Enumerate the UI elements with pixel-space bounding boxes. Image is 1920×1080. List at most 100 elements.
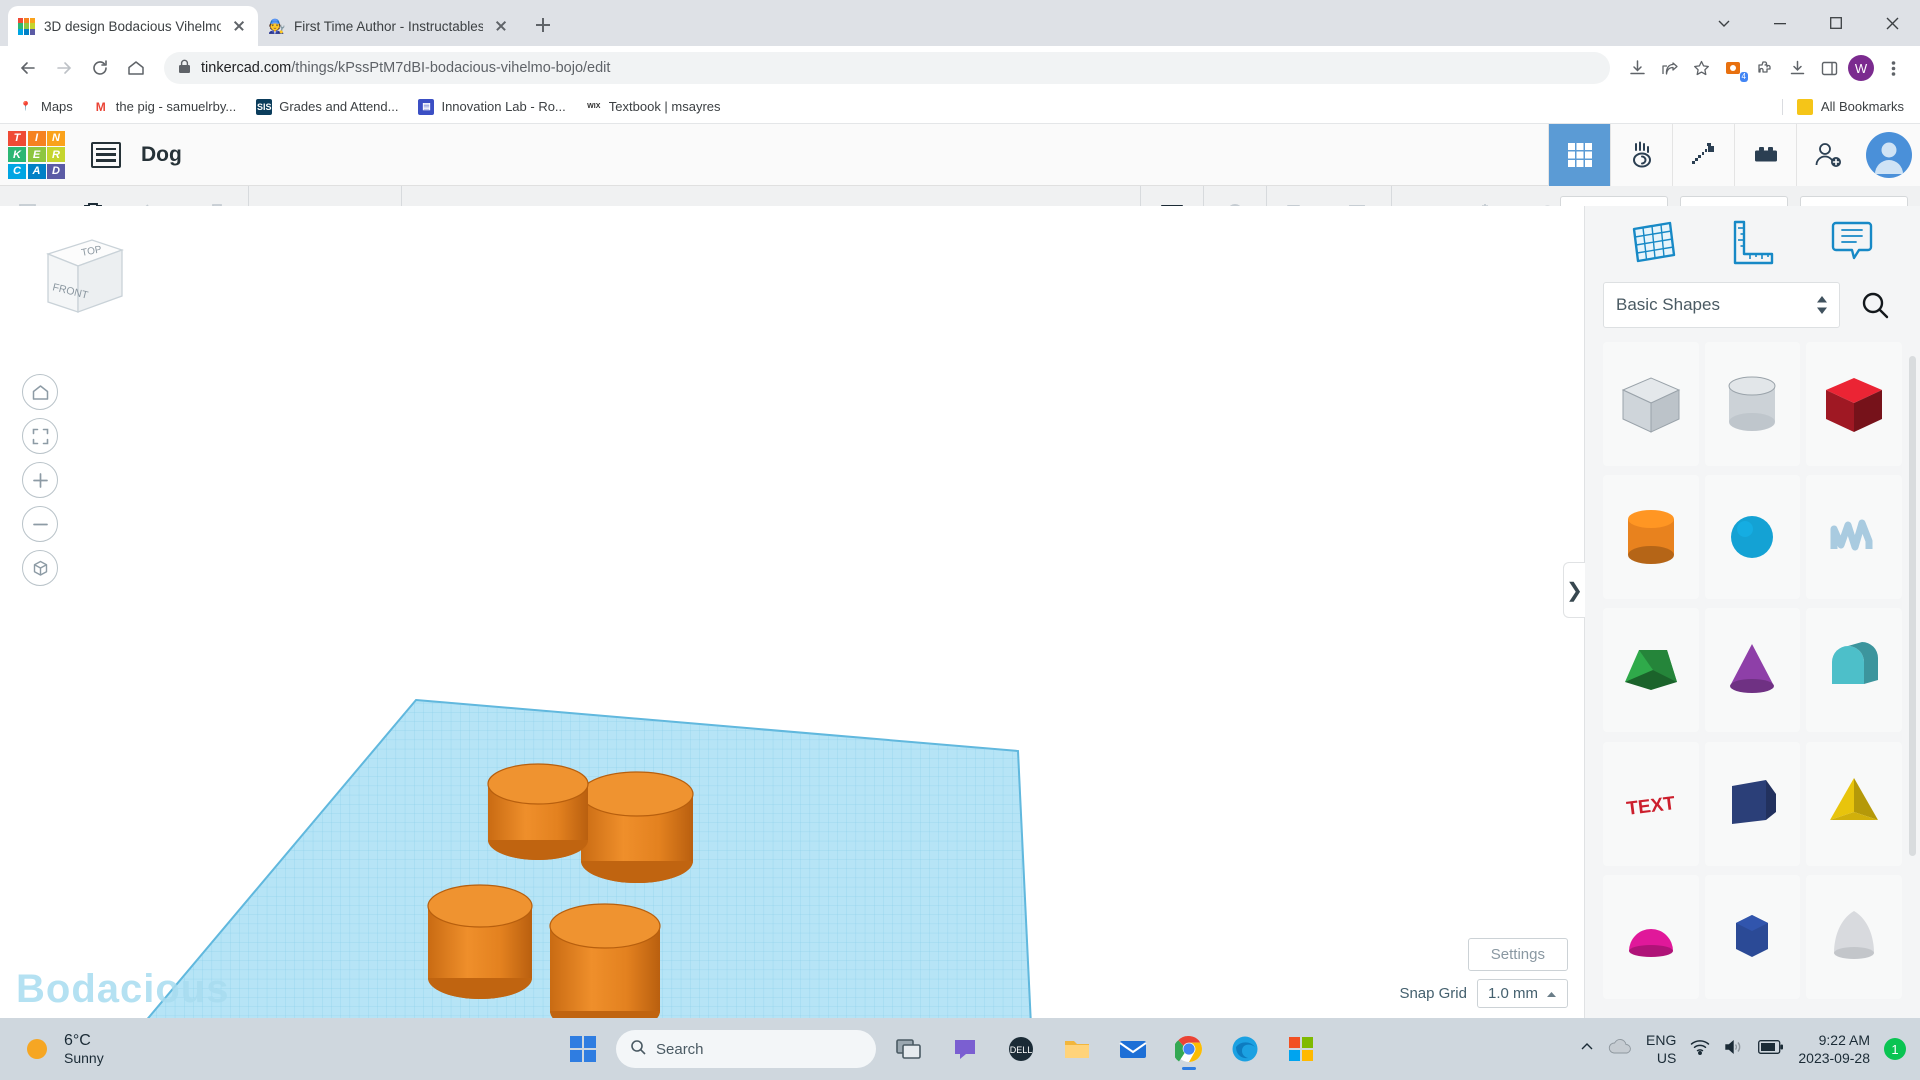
minecraft-pickaxe-icon[interactable]	[1672, 124, 1734, 186]
reload-icon[interactable]	[84, 52, 116, 84]
shape-pyramid[interactable]	[1806, 741, 1902, 866]
project-list-icon[interactable]	[91, 141, 121, 168]
downloads-icon[interactable]	[1782, 53, 1812, 83]
shape-box-hole[interactable]	[1603, 342, 1699, 466]
task-view-icon[interactable]	[886, 1026, 932, 1072]
file-explorer-icon[interactable]	[1054, 1026, 1100, 1072]
onedrive-cloud-icon[interactable]	[1608, 1038, 1632, 1060]
all-bookmarks-button[interactable]: All Bookmarks	[1781, 98, 1910, 115]
ruler-icon[interactable]	[1726, 216, 1778, 273]
taskbar-center: Search DELL	[560, 1026, 1324, 1072]
new-tab-button[interactable]	[526, 8, 560, 42]
chrome-icon[interactable]	[1166, 1026, 1212, 1072]
tinkercad-logo[interactable]: TIN KER CAD	[8, 130, 65, 179]
wifi-icon[interactable]	[1690, 1039, 1710, 1060]
workplane-icon[interactable]	[1627, 216, 1679, 273]
extension-puzzle-icon[interactable]: 4	[1718, 53, 1748, 83]
bookmark-label: Grades and Attend...	[279, 99, 399, 114]
shape-text[interactable]: TEXT	[1603, 741, 1699, 866]
download-icon[interactable]	[1622, 53, 1652, 83]
bookmark-item[interactable]: ▤ Innovation Lab - Ro...	[410, 95, 573, 119]
close-icon[interactable]	[492, 17, 510, 35]
ortho-perspective-icon[interactable]	[22, 550, 58, 586]
url-host: tinkercad.com	[201, 60, 292, 76]
show-hidden-icons-icon[interactable]	[1580, 1040, 1594, 1059]
bookmark-star-icon[interactable]	[1686, 53, 1716, 83]
fit-to-view-icon[interactable]	[22, 418, 58, 454]
blocks-grid-icon[interactable]	[1548, 124, 1610, 186]
avatar[interactable]: W	[1846, 53, 1876, 83]
battery-icon[interactable]	[1758, 1039, 1784, 1059]
bookmark-item[interactable]: SIS Grades and Attend...	[248, 95, 406, 119]
bookmark-item[interactable]: Mthe pig - samuelrby...	[85, 95, 244, 119]
close-icon[interactable]	[1864, 0, 1920, 46]
home-view-icon[interactable]	[22, 374, 58, 410]
kebab-menu-icon[interactable]	[1878, 53, 1908, 83]
shape-polygon[interactable]	[1704, 874, 1801, 999]
notification-badge[interactable]: 1	[1884, 1038, 1906, 1060]
shape-cone[interactable]	[1704, 608, 1801, 733]
panel-scrollbar[interactable]	[1909, 356, 1916, 856]
minimize-to-tray-icon[interactable]	[1696, 0, 1752, 46]
share-icon[interactable]	[1654, 53, 1684, 83]
mail-icon[interactable]	[1110, 1026, 1156, 1072]
weather-widget[interactable]: 6°C Sunny	[0, 1032, 560, 1066]
chevron-right-icon[interactable]: ❯	[1563, 562, 1585, 618]
shape-category-row: Basic Shapes	[1585, 282, 1920, 342]
extensions-icon[interactable]	[1750, 53, 1780, 83]
close-icon[interactable]	[230, 17, 248, 35]
shape-half-cylinder[interactable]	[1806, 608, 1902, 733]
bookmark-item[interactable]: 📍 Maps	[10, 95, 81, 119]
minimize-icon[interactable]	[1752, 0, 1808, 46]
language-indicator[interactable]: ENG US	[1646, 1031, 1676, 1067]
bookmark-label: Textbook | msayres	[608, 99, 721, 114]
bookmark-item[interactable]: WIX Textbook | msayres	[578, 95, 729, 119]
windows-start-icon[interactable]	[560, 1026, 606, 1072]
microsoft-store-icon[interactable]	[1278, 1026, 1324, 1072]
shape-cylinder[interactable]	[1603, 475, 1699, 600]
lego-brick-icon[interactable]	[1734, 124, 1796, 186]
clock[interactable]: 9:22 AM 2023-09-28	[1798, 1031, 1870, 1067]
browser-tab-inactive[interactable]: 🧑‍🔧 First Time Author - Instructables	[258, 6, 520, 46]
zoom-out-icon[interactable]	[22, 506, 58, 542]
favicon-tile	[18, 23, 24, 29]
gesture-hand-icon[interactable]	[1610, 124, 1672, 186]
header-tool-icons	[1548, 124, 1920, 186]
edge-icon[interactable]	[1222, 1026, 1268, 1072]
shape-cylinder-hole[interactable]	[1704, 342, 1801, 466]
volume-icon[interactable]	[1724, 1039, 1744, 1060]
url-input[interactable]: tinkercad.com/things/kPssPtM7dBI-bodacio…	[164, 52, 1610, 84]
search-placeholder: Search	[656, 1040, 704, 1058]
shape-category-select[interactable]: Basic Shapes	[1603, 282, 1840, 328]
3d-canvas[interactable]: TOP FRONT Bodacious Settings Snap Grid 1…	[0, 206, 1584, 1018]
dell-icon[interactable]: DELL	[998, 1026, 1044, 1072]
browser-tab-active[interactable]: 3D design Bodacious Vihelmo-B	[8, 6, 258, 46]
shape-half-sphere[interactable]	[1603, 874, 1699, 999]
snap-grid-dropdown[interactable]: 1.0 mm	[1476, 979, 1568, 1008]
shape-sphere[interactable]	[1704, 475, 1801, 600]
page-title[interactable]: Dog	[141, 143, 182, 167]
shape-roof[interactable]	[1603, 608, 1699, 733]
view-cube[interactable]: TOP FRONT	[30, 226, 124, 314]
back-icon[interactable]	[12, 52, 44, 84]
invite-person-icon[interactable]	[1796, 124, 1858, 186]
notes-icon[interactable]	[1826, 216, 1878, 273]
shape-box[interactable]	[1806, 342, 1902, 466]
user-avatar[interactable]	[1858, 124, 1920, 186]
forward-icon[interactable]	[48, 52, 80, 84]
search-icon[interactable]	[1848, 282, 1902, 328]
shape-scribble[interactable]	[1806, 475, 1902, 600]
favicon-tile	[29, 23, 35, 29]
zoom-in-icon[interactable]	[22, 462, 58, 498]
shape-wedge[interactable]	[1704, 741, 1801, 866]
search-input[interactable]: Search	[616, 1030, 876, 1068]
shape-paraboloid[interactable]	[1806, 874, 1902, 999]
teams-chat-icon[interactable]	[942, 1026, 988, 1072]
home-icon[interactable]	[120, 52, 152, 84]
side-panel-icon[interactable]	[1814, 53, 1844, 83]
system-tray: ENG US 9:22 AM 2023-09-28 1	[1580, 1031, 1906, 1067]
maximize-icon[interactable]	[1808, 0, 1864, 46]
settings-button[interactable]: Settings	[1467, 938, 1568, 971]
search-icon	[630, 1039, 646, 1059]
all-bookmarks-label: All Bookmarks	[1820, 99, 1904, 114]
